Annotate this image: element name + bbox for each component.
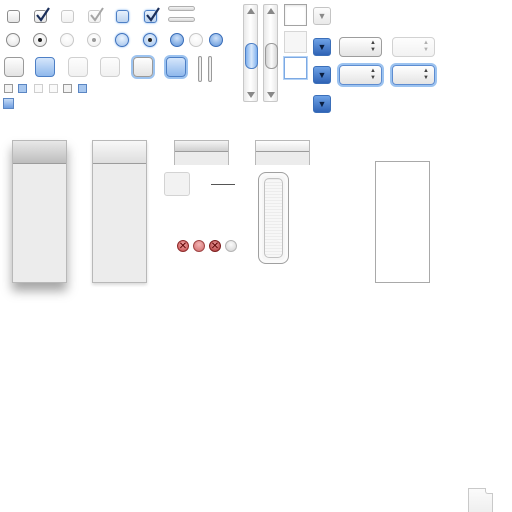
checkmark-icon [36, 7, 50, 22]
scrollbar-vertical-inactive[interactable] [263, 4, 278, 102]
updown-arrows-icon: ▲▼ [423, 40, 429, 53]
dropdown-button[interactable]: ▼ [313, 95, 331, 113]
chevron-down-icon: ▼ [317, 70, 327, 80]
updown-arrows-icon: ▲▼ [370, 40, 376, 53]
white-panel [375, 161, 430, 283]
radio-selected-focused[interactable] [143, 33, 157, 47]
page-curl-icon [485, 488, 493, 494]
dropdown-button[interactable]: ▼ [313, 66, 331, 84]
window-titlebar[interactable] [256, 141, 309, 152]
checkbox-checked-disabled[interactable] [88, 7, 104, 23]
radio-pressed[interactable] [170, 33, 184, 47]
scrollbar-thumb[interactable] [245, 43, 258, 69]
mini-button-pressed[interactable] [3, 98, 14, 109]
scroll-up-arrow-icon[interactable] [247, 8, 255, 14]
window-frame-active [12, 140, 67, 283]
chevron-down-icon: ▼ [317, 99, 327, 109]
mini-checkbox[interactable] [63, 84, 72, 93]
mini-checkbox[interactable] [4, 84, 13, 93]
radio-unselected[interactable] [6, 33, 20, 47]
radio-dot-icon [92, 38, 96, 42]
radio-unselected-disabled[interactable] [60, 33, 74, 47]
scroll-down-arrow-icon[interactable] [247, 92, 255, 98]
window-titlebar[interactable] [13, 141, 66, 164]
text-field-focused[interactable] [284, 57, 307, 79]
horizontal-separator [168, 6, 195, 11]
popup-button[interactable]: ▲▼ [339, 37, 382, 57]
checkmark-icon [146, 7, 160, 22]
updown-arrows-icon: ▲▼ [423, 68, 429, 81]
radio-dot-icon [38, 38, 42, 42]
scroll-up-arrow-icon[interactable] [267, 8, 275, 14]
radio-selected[interactable] [33, 33, 47, 47]
scrollbar-vertical-active[interactable] [243, 4, 258, 102]
capsule-frame [258, 172, 289, 264]
window-titlebar[interactable] [93, 141, 146, 164]
close-icon: ✕ [210, 241, 220, 252]
resize-grip[interactable] [468, 488, 493, 512]
dropdown-button[interactable]: ▼ [313, 38, 331, 56]
close-button-hover[interactable] [193, 240, 205, 252]
square-button-default-focused[interactable] [166, 57, 186, 77]
radio-selected-disabled[interactable] [87, 33, 101, 47]
mini-checkbox-disabled[interactable] [34, 84, 43, 93]
window-frame-partial [174, 140, 229, 165]
popup-button-disabled[interactable]: ▲▼ [392, 37, 435, 57]
radio-unselected-disabled[interactable] [189, 33, 203, 47]
checkmark-icon [90, 7, 104, 22]
text-field[interactable] [284, 4, 307, 26]
text-field-disabled[interactable] [284, 31, 307, 53]
checkbox-unchecked[interactable] [7, 10, 20, 23]
chevron-down-icon: ▼ [317, 42, 327, 52]
square-button-focused[interactable] [133, 57, 153, 77]
window-frame-inactive [92, 140, 147, 283]
close-button-inactive[interactable] [225, 240, 237, 252]
scroll-down-arrow-icon[interactable] [267, 92, 275, 98]
mini-checkbox-selected[interactable] [18, 84, 27, 93]
updown-arrows-icon: ▲▼ [370, 68, 376, 81]
square-button-default[interactable] [35, 57, 55, 77]
radio-dot-icon [148, 38, 152, 42]
horizontal-separator [168, 17, 195, 22]
vertical-separator [208, 56, 212, 82]
close-icon: ✕ [178, 241, 188, 252]
square-button[interactable] [4, 57, 24, 77]
checkbox-checked[interactable] [34, 7, 50, 23]
checkbox-unchecked-focused[interactable] [116, 10, 129, 23]
vertical-separator [198, 56, 202, 82]
chevron-down-icon: ▼ [317, 11, 327, 21]
radio-unselected-focused[interactable] [115, 33, 129, 47]
radio-pressed[interactable] [209, 33, 223, 47]
mini-checkbox-selected[interactable] [78, 84, 87, 93]
close-button[interactable]: ✕ [177, 240, 189, 252]
square-button-disabled[interactable] [100, 57, 120, 77]
window-titlebar[interactable] [175, 141, 228, 152]
scrollbar-thumb[interactable] [265, 43, 278, 69]
popup-button-focused[interactable]: ▲▼ [392, 65, 435, 85]
inactive-square-button[interactable] [164, 172, 190, 196]
checkbox-checked-focused[interactable] [144, 7, 160, 23]
mini-checkbox-disabled[interactable] [49, 84, 58, 93]
window-frame-partial [255, 140, 310, 165]
dropdown-button-disabled[interactable]: ▼ [313, 7, 331, 25]
popup-button-focused[interactable]: ▲▼ [339, 65, 382, 85]
close-button-pressed[interactable]: ✕ [209, 240, 221, 252]
square-button-disabled[interactable] [68, 57, 88, 77]
capsule-inner[interactable] [264, 178, 283, 258]
checkbox-unchecked-disabled[interactable] [61, 10, 74, 23]
horizontal-rule [211, 184, 235, 185]
